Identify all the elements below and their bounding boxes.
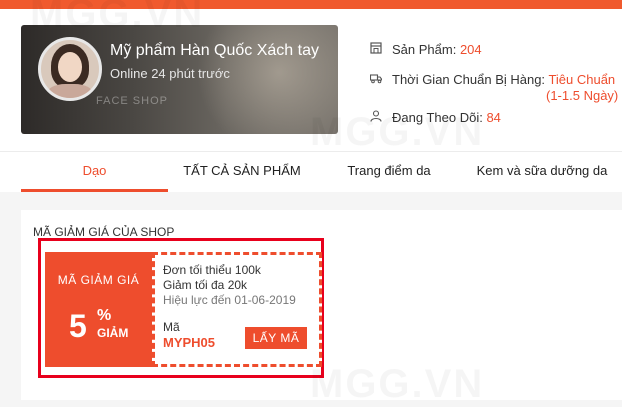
voucher-code: MYPH05 [163,335,216,350]
stat-following-value: 84 [486,110,501,125]
stat-prep-value: Tiêu Chuẩn [548,72,616,87]
tab-all-products[interactable]: TẤT CẢ SẢN PHẨM [168,152,316,192]
section-title: MÃ GIẢM GIÁ CỦA SHOP [33,225,175,239]
claim-voucher-button[interactable]: LẤY MÃ [245,327,307,349]
watermark: MGG.VN [310,110,484,155]
banner-brand-text: FACE SHOP [96,95,168,107]
shop-name: Mỹ phẩm Hàn Quốc Xách tay [110,42,319,59]
shop-banner[interactable]: Mỹ phẩm Hàn Quốc Xách tay Online 24 phút… [21,25,338,134]
shop-navigation: Dạo TẤT CẢ SẢN PHẨM Trang điểm da Kem và… [0,151,622,192]
discount-percent-symbol: % [97,307,112,324]
delivery-truck-icon [370,74,382,84]
stat-products-label: Sản Phẩm: [392,42,460,57]
watermark: MGG.VN [310,362,484,407]
voucher-valid-until: Hiệu lực đến 01-06-2019 [163,293,296,307]
avatar-face [58,52,82,82]
shop-online-status: Online 24 phút trước [110,66,230,81]
avatar-body [47,84,93,98]
voucher-max-discount: Giảm tối đa 20k [163,278,248,292]
tab-dao[interactable]: Dạo [21,152,168,192]
voucher-code-label: Mã [163,320,180,334]
watermark: MGG.VN [30,0,204,37]
tab-makeup[interactable]: Trang điểm da [316,152,462,192]
voucher-discount-panel: MÃ GIẢM GIÁ 5 % GIẢM [45,252,152,367]
voucher-card[interactable]: MÃ GIẢM GIÁ 5 % GIẢM Đơn tối thiểu 100k … [45,252,322,367]
voucher-details: Đơn tối thiểu 100k Giảm tối đa 20k Hiệu … [152,252,322,367]
store-icon [370,42,382,54]
stat-prep-days: (1-1.5 Ngày) [546,88,619,103]
stat-products-value: 204 [459,42,482,57]
tab-skincare[interactable]: Kem và sữa dưỡng da [462,152,622,192]
avatar[interactable] [38,37,102,101]
voucher-badge: MÃ GIẢM GIÁ [57,273,140,287]
discount-value: 5 [69,308,87,344]
stat-prep-label: Thời Gian Chuẩn Bị Hàng: [392,72,549,87]
voucher-min-order: Đơn tối thiểu 100k [163,263,261,277]
discount-unit-label: GIẢM [97,326,129,340]
